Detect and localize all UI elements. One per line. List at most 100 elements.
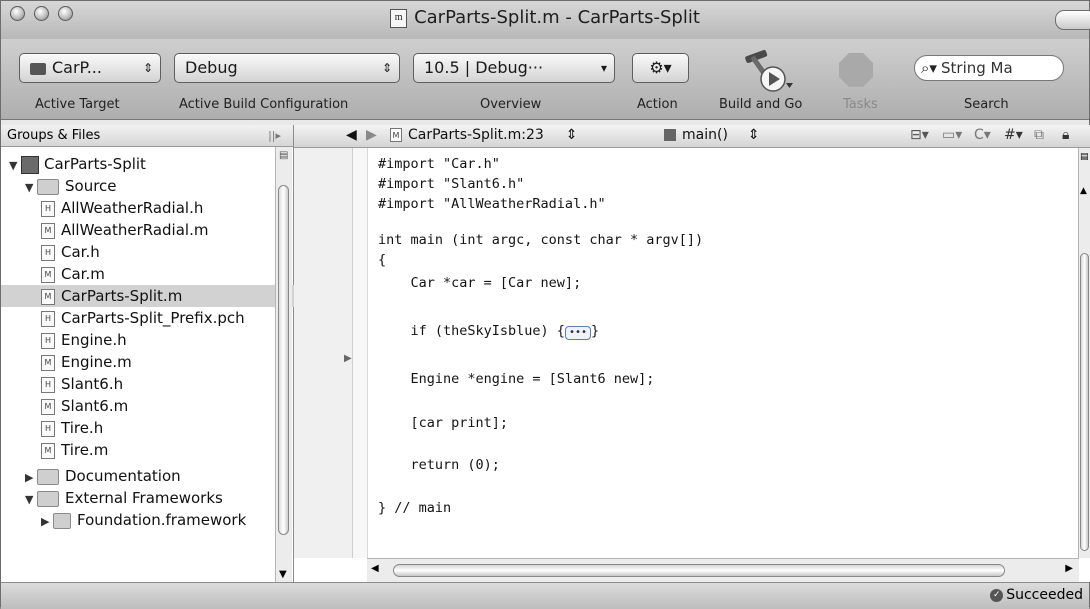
tree-item-label: Tire.h <box>61 419 104 437</box>
tree-item-foundation[interactable]: ▶ Foundation.framework <box>1 509 315 531</box>
lock-icon[interactable]: 🔒︎ <box>1062 125 1069 146</box>
file-item[interactable]: M Slant6.m <box>1 395 315 417</box>
editor-vertical-scrollbar[interactable]: ▤ ▲ <box>1078 148 1090 558</box>
tree-item-label: External Frameworks <box>65 489 223 507</box>
editor-gutter: ▶ <box>294 148 353 558</box>
target-icon <box>30 62 46 75</box>
toolbar-toggle-button[interactable] <box>1055 10 1090 30</box>
list-view-icon[interactable]: ▤ <box>279 150 288 161</box>
popup-arrows-icon: ⇕ <box>565 127 578 143</box>
header-file-icon: H <box>41 244 55 261</box>
search-field[interactable]: ⌕▾ String Ma <box>914 55 1064 81</box>
active-target-value: CarP... <box>52 58 102 77</box>
tree-item-external-frameworks[interactable]: ▼ External Frameworks <box>1 487 299 509</box>
forward-arrow-icon[interactable]: ▶ <box>366 125 377 146</box>
framework-icon <box>53 512 71 529</box>
file-history-popup[interactable]: M CarParts-Split.m:23 ⇕ <box>390 125 578 146</box>
bookmarks-icon[interactable]: ⊟▾ <box>910 125 929 146</box>
file-item[interactable]: M Tire.m <box>1 439 315 461</box>
code-line-folded[interactable]: if (theSkyIsblue) {•••} <box>378 323 599 340</box>
tree-item-project[interactable]: ▼ CarParts-Split <box>1 153 283 175</box>
header-file-icon: H <box>41 200 55 217</box>
scroll-left-arrow-icon[interactable]: ◀ <box>371 563 379 574</box>
scroll-right-arrow-icon[interactable]: ▶ <box>1065 563 1073 574</box>
action-button[interactable]: ⚙▾ <box>632 53 689 83</box>
succeeded-icon: ✓ <box>990 588 1004 602</box>
m-file-icon: M <box>41 354 55 371</box>
build-config-popup[interactable]: Debug ⇕ <box>174 53 400 83</box>
file-item[interactable]: H Slant6.h <box>1 373 315 395</box>
function-value: main() <box>682 127 728 143</box>
back-arrow-icon[interactable]: ◀ <box>346 125 357 146</box>
editor-horizontal-scroll-thumb[interactable] <box>393 564 1005 577</box>
folder-icon <box>37 490 59 507</box>
label-search: Search <box>964 97 1009 112</box>
build-config-value: Debug <box>185 58 238 77</box>
scroll-up-arrow-icon[interactable]: ▲ <box>1080 186 1087 196</box>
scroll-down-arrow-icon[interactable]: ▼ <box>279 569 287 580</box>
label-active-build-configuration: Active Build Configuration <box>179 97 349 112</box>
file-item[interactable]: H AllWeatherRadial.h <box>1 197 315 219</box>
split-editor-icon[interactable]: ▤ <box>1080 152 1089 162</box>
breakpoints-icon[interactable]: ▭▾ <box>942 125 962 146</box>
focus-ribbon <box>353 148 368 558</box>
file-item-selected[interactable]: M CarParts-Split.m <box>1 285 315 307</box>
file-item[interactable]: M Engine.m <box>1 351 315 373</box>
toolbar: CarP... ⇕ Debug ⇕ 10.5 | Debug··· ▾ ⚙▾ ⌕… <box>1 39 1089 120</box>
sidebar-resize-handle-icon[interactable]: ||▸ <box>268 125 281 146</box>
file-history-value: CarParts-Split.m:23 <box>408 127 544 143</box>
m-file-icon: M <box>41 266 55 283</box>
m-file-icon: M <box>41 222 55 239</box>
tree-item-label: Engine.h <box>61 331 127 349</box>
file-item[interactable]: H CarParts-Split_Prefix.pch <box>1 307 315 329</box>
function-popup[interactable]: main() ⇕ <box>664 125 760 146</box>
build-and-go-button[interactable] <box>741 45 797 95</box>
overview-value: 10.5 | Debug··· <box>424 58 544 77</box>
code-line[interactable]: #import "Car.h" <box>378 156 500 172</box>
code-line[interactable]: } // main <box>378 500 451 516</box>
stop-icon <box>839 53 873 87</box>
file-item[interactable]: H Tire.h <box>1 417 315 439</box>
window-title: CarParts-Split.m - CarParts-Split <box>414 7 700 28</box>
label-build-and-go: Build and Go <box>719 97 803 112</box>
tasks-button[interactable] <box>837 51 875 89</box>
header-file-icon: H <box>41 332 55 349</box>
sidebar-scroll-thumb[interactable] <box>278 185 289 535</box>
groups-and-files-sidebar: Groups & Files ||▸ ▼ CarParts-Split ▼ Sour… <box>1 125 315 582</box>
code-line[interactable]: #import "Slant6.h" <box>378 176 524 192</box>
tree-item-label: Tire.m <box>61 441 109 459</box>
disclosure-closed-icon: ▶ <box>41 515 50 528</box>
label-action: Action <box>637 97 678 112</box>
code-line[interactable]: return (0); <box>378 457 500 473</box>
disclosure-open-icon: ▼ <box>25 493 34 506</box>
class-hierarchy-icon[interactable]: C▾ <box>974 125 991 146</box>
tree-item-documentation[interactable]: ▶ Documentation <box>1 465 299 487</box>
code-line[interactable]: int main (int argc, const char * argv[]) <box>378 232 703 248</box>
gutter-marker-icon: ▶ <box>344 353 352 364</box>
include-popup-icon[interactable]: #▾ <box>1004 125 1023 146</box>
file-item[interactable]: M AllWeatherRadial.m <box>1 219 315 241</box>
build-status: ✓ Succeeded <box>990 587 1083 603</box>
tree-item-label: Car.h <box>61 243 100 261</box>
file-item[interactable]: H Car.h <box>1 241 315 263</box>
overview-popup[interactable]: 10.5 | Debug··· ▾ <box>413 53 615 83</box>
code-line[interactable]: { <box>378 252 386 268</box>
window-title-wrap: m CarParts-Split.m - CarParts-Split <box>1 7 1089 28</box>
editor-vertical-scroll-thumb[interactable] <box>1080 253 1089 551</box>
xcode-window: m CarParts-Split.m - CarParts-Split CarP.… <box>0 0 1090 609</box>
counterpart-icon[interactable]: ⧉ <box>1034 125 1044 146</box>
folded-code-icon[interactable]: ••• <box>564 326 591 340</box>
tree-item-label: Source <box>65 177 117 195</box>
sidebar-scrollbar[interactable]: ▤ ▼ <box>275 147 292 582</box>
m-file-icon: M <box>41 442 55 459</box>
file-item[interactable]: H Engine.h <box>1 329 315 351</box>
code-line[interactable]: #import "AllWeatherRadial.h" <box>378 196 606 212</box>
file-item[interactable]: M Car.m <box>1 263 315 285</box>
tree-item-source[interactable]: ▼ Source <box>1 175 299 197</box>
editor-horizontal-scrollbar[interactable]: ◀ ▶ <box>367 558 1079 583</box>
code-line[interactable]: [car print]; <box>378 415 509 431</box>
code-line[interactable]: Car *car = [Car new]; <box>378 275 582 291</box>
code-line[interactable]: Engine *engine = [Slant6 new]; <box>378 371 655 387</box>
folder-icon <box>37 178 59 195</box>
active-target-popup[interactable]: CarP... ⇕ <box>19 53 161 83</box>
